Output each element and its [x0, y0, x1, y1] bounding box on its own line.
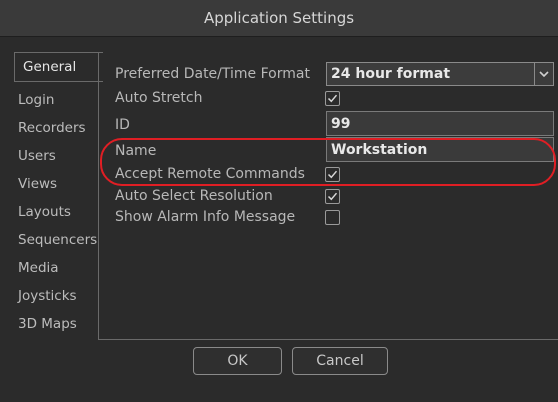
- checkmark-icon: [327, 170, 338, 179]
- id-field[interactable]: 99: [326, 111, 554, 136]
- sidebar-item-login[interactable]: Login: [14, 86, 98, 114]
- show-alarm-info-checkbox[interactable]: [325, 210, 340, 225]
- general-settings-panel: Preferred Date/Time Format 24 hour forma…: [98, 52, 558, 340]
- auto-select-resolution-checkbox[interactable]: [325, 189, 340, 204]
- id-label: ID: [115, 117, 130, 133]
- name-field[interactable]: Workstation: [326, 137, 554, 162]
- sidebar-item-layouts[interactable]: Layouts: [14, 198, 98, 226]
- name-label: Name: [115, 143, 157, 159]
- auto-stretch-label: Auto Stretch: [115, 90, 203, 106]
- chevron-down-icon[interactable]: [534, 63, 553, 85]
- name-value: Workstation: [331, 141, 428, 158]
- window-title: Application Settings: [203, 9, 355, 27]
- settings-sidebar: General Login Recorders Users Views Layo…: [14, 52, 103, 342]
- auto-stretch-checkbox[interactable]: [325, 91, 340, 106]
- date-time-format-select[interactable]: 24 hour format: [326, 62, 554, 86]
- sidebar-item-3d-maps[interactable]: 3D Maps: [14, 310, 98, 338]
- sidebar-item-recorders[interactable]: Recorders: [14, 114, 98, 142]
- sidebar-item-general[interactable]: General: [14, 52, 103, 82]
- window-title-bar: Application Settings: [0, 0, 558, 37]
- auto-select-resolution-label: Auto Select Resolution: [115, 188, 273, 204]
- show-alarm-info-label: Show Alarm Info Message: [115, 209, 296, 225]
- checkmark-icon: [327, 192, 338, 201]
- date-time-format-value: 24 hour format: [331, 66, 451, 82]
- accept-remote-commands-checkbox[interactable]: [325, 167, 340, 182]
- ok-button[interactable]: OK: [193, 347, 282, 375]
- sidebar-item-users[interactable]: Users: [14, 142, 98, 170]
- id-value: 99: [331, 115, 351, 132]
- checkmark-icon: [327, 94, 338, 103]
- sidebar-item-joysticks[interactable]: Joysticks: [14, 282, 98, 310]
- sidebar-item-views[interactable]: Views: [14, 170, 98, 198]
- date-time-format-label: Preferred Date/Time Format: [115, 66, 310, 82]
- sidebar-item-sequencers[interactable]: Sequencers: [14, 226, 98, 254]
- sidebar-item-media[interactable]: Media: [14, 254, 98, 282]
- cancel-button[interactable]: Cancel: [292, 347, 388, 375]
- accept-remote-commands-label: Accept Remote Commands: [115, 166, 305, 182]
